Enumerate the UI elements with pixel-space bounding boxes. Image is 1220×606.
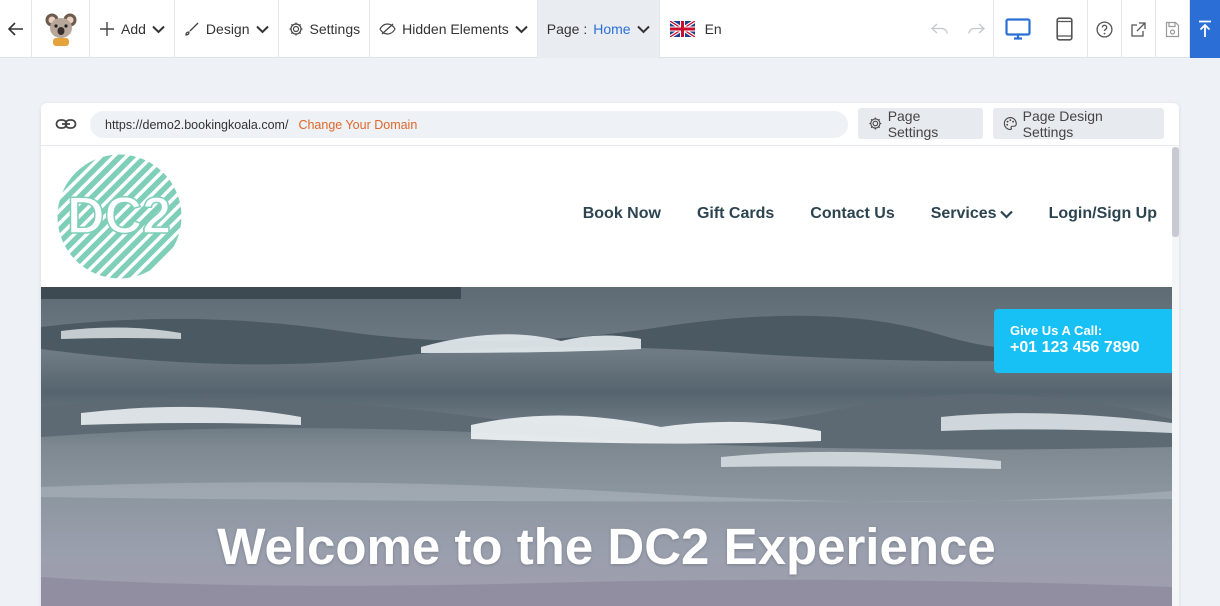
redo-icon bbox=[967, 23, 985, 34]
nav-book-now[interactable]: Book Now bbox=[583, 205, 661, 223]
tablet-icon bbox=[1055, 17, 1073, 41]
save-button[interactable] bbox=[1156, 0, 1190, 58]
palette-icon bbox=[1003, 117, 1017, 130]
nav-services[interactable]: Services bbox=[931, 205, 1013, 223]
page-design-settings-label: Page Design Settings bbox=[1022, 107, 1103, 140]
chevron-down-icon bbox=[255, 25, 269, 33]
page-preview-frame: https://demo2.bookingkoala.com/ Change Y… bbox=[41, 103, 1179, 606]
preview-scrollbar[interactable] bbox=[1172, 147, 1179, 606]
link-icon bbox=[55, 119, 77, 129]
call-us-label: Give Us A Call: bbox=[1010, 323, 1103, 338]
back-button[interactable] bbox=[0, 0, 32, 58]
page-value: Home bbox=[593, 21, 631, 37]
design-menu[interactable]: Design bbox=[175, 0, 279, 58]
call-us-phone: +01 123 456 7890 bbox=[1010, 339, 1140, 356]
change-domain-link[interactable]: Change Your Domain bbox=[298, 118, 417, 132]
hidden-elements-menu[interactable]: Hidden Elements bbox=[370, 0, 538, 58]
undo-button[interactable] bbox=[922, 0, 958, 58]
koala-logo[interactable] bbox=[32, 0, 90, 58]
language-code: En bbox=[704, 21, 722, 37]
redo-button[interactable] bbox=[958, 0, 994, 58]
desktop-icon bbox=[1004, 18, 1031, 40]
back-arrow-icon bbox=[7, 22, 23, 36]
page-design-settings-button[interactable]: Page Design Settings bbox=[993, 107, 1164, 140]
chevron-down-icon bbox=[636, 25, 650, 33]
nav-gift-cards[interactable]: Gift Cards bbox=[697, 205, 774, 223]
settings-label: Settings bbox=[309, 21, 361, 37]
nav-services-label: Services bbox=[930, 205, 997, 222]
page-settings-label: Page Settings bbox=[887, 107, 939, 140]
preview-external-button[interactable] bbox=[1122, 0, 1156, 58]
logo-text: DC2 bbox=[67, 187, 171, 245]
add-menu[interactable]: Add bbox=[90, 0, 175, 58]
chevron-down-icon bbox=[515, 25, 528, 33]
chevron-down-icon bbox=[152, 25, 165, 33]
settings-menu[interactable]: Settings bbox=[279, 0, 371, 58]
hidden-elements-label: Hidden Elements bbox=[402, 21, 509, 37]
editor-toolbar: Add Design Settings Hidden Elements Page… bbox=[0, 0, 1220, 58]
publish-icon bbox=[1199, 20, 1211, 37]
page-selector[interactable]: Page : Home bbox=[537, 0, 660, 58]
site-nav: Book Now Gift Cards Contact Us Services … bbox=[583, 205, 1157, 223]
desktop-view-button[interactable] bbox=[994, 0, 1041, 58]
add-label: Add bbox=[121, 21, 146, 37]
gear-icon bbox=[289, 22, 303, 36]
undo-icon bbox=[931, 23, 948, 34]
nav-login[interactable]: Login/Sign Up bbox=[1049, 205, 1157, 223]
hero-section: Give Us A Call: +01 123 456 7890 Welcome… bbox=[41, 287, 1172, 606]
page-settings-button[interactable]: Page Settings bbox=[858, 107, 983, 140]
page-prefix: Page : bbox=[546, 21, 588, 37]
design-label: Design bbox=[205, 21, 250, 37]
site-header: DC2 Book Now Gift Cards Contact Us Servi… bbox=[41, 147, 1172, 287]
gear-icon bbox=[869, 117, 882, 130]
koala-logo-icon bbox=[45, 13, 76, 46]
help-button[interactable] bbox=[1088, 0, 1122, 58]
preview-scrollbar-thumb[interactable] bbox=[1172, 147, 1179, 237]
brush-icon bbox=[185, 22, 199, 36]
hero-title: Welcome to the DC2 Experience bbox=[217, 518, 996, 575]
site-logo[interactable]: DC2 bbox=[56, 153, 183, 280]
language-selector[interactable]: En bbox=[660, 0, 731, 58]
chevron-down-icon bbox=[999, 210, 1013, 219]
uk-flag-icon bbox=[669, 21, 695, 37]
plus-icon bbox=[100, 22, 114, 36]
url-field: https://demo2.bookingkoala.com/ Change Y… bbox=[90, 111, 848, 138]
nav-contact-us[interactable]: Contact Us bbox=[810, 205, 894, 223]
call-us-box[interactable]: Give Us A Call: +01 123 456 7890 bbox=[994, 309, 1172, 373]
publish-button[interactable] bbox=[1190, 0, 1220, 58]
site-url: https://demo2.bookingkoala.com/ bbox=[105, 117, 289, 132]
url-bar: https://demo2.bookingkoala.com/ Change Y… bbox=[41, 103, 1179, 146]
tablet-view-button[interactable] bbox=[1041, 0, 1088, 58]
eye-slash-icon bbox=[379, 23, 396, 35]
help-icon bbox=[1096, 20, 1113, 38]
save-icon bbox=[1165, 21, 1180, 37]
external-link-icon bbox=[1131, 21, 1146, 37]
